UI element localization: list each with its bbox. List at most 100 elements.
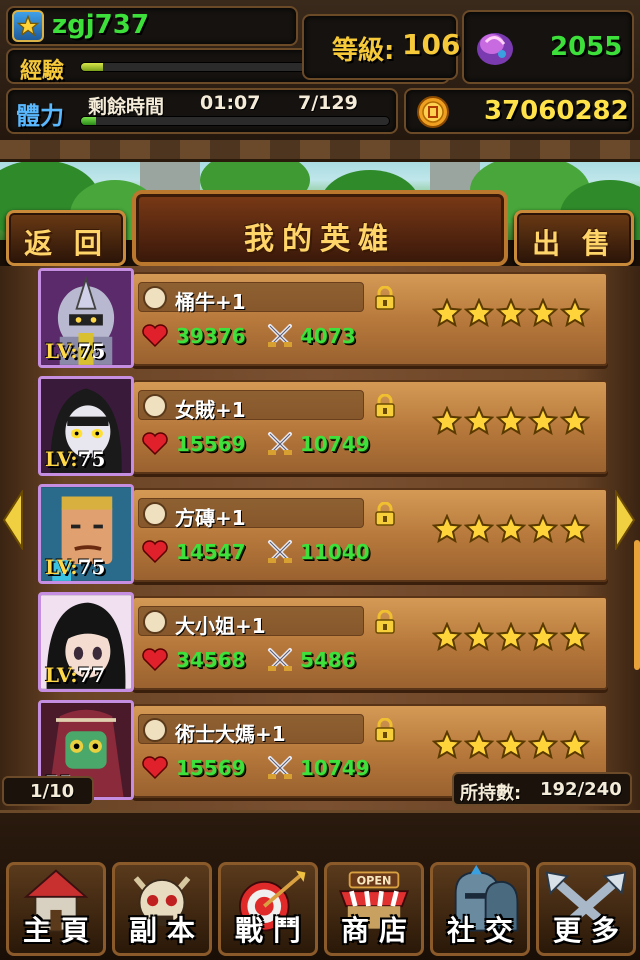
previous-page-arrow-icon[interactable]	[2, 490, 24, 550]
warlock-class-icon	[143, 718, 167, 742]
stamina-bar-fill	[81, 117, 97, 125]
star-icon	[560, 514, 590, 544]
back-button[interactable]: 返 回	[6, 210, 126, 266]
hp-heart-icon	[142, 648, 168, 672]
star-icon	[496, 514, 526, 544]
attack-swords-icon	[268, 432, 292, 455]
gem-count: 2055	[550, 32, 623, 62]
scrollbar-thumb[interactable]	[634, 540, 640, 670]
hero-level-tag: LV:75	[45, 555, 106, 579]
page-title: 我的英雄	[244, 222, 396, 257]
exp-bar-fill	[81, 63, 103, 71]
player-status-bar: zgj737 經驗 等級: 106 2055 體力 剩餘時間 01:07 7/1…	[0, 0, 640, 140]
level-value: 106	[402, 28, 461, 61]
attack-swords-icon	[268, 540, 292, 563]
nav-social-button[interactable]: 社交	[430, 862, 530, 956]
hero-card[interactable]: LV:75 女賊+1 15569 10749	[38, 376, 610, 476]
shield-class-icon	[143, 286, 167, 310]
star-icon	[496, 298, 526, 328]
stamina-label: 體力	[16, 102, 64, 130]
star-icon	[528, 730, 558, 760]
gem-panel[interactable]: 2055	[462, 10, 634, 84]
level-panel: 等級: 106	[302, 14, 461, 80]
star-icon	[464, 622, 494, 652]
nav-home-button[interactable]: 主頁	[6, 862, 106, 956]
nav-home-label: 主頁	[22, 914, 99, 947]
star-icon	[560, 298, 590, 328]
remaining-time: 01:07	[200, 92, 261, 114]
hero-name: 桶牛+1	[175, 290, 246, 314]
stamina-value: 7/129	[298, 92, 358, 114]
gem-icon	[477, 33, 513, 65]
hero-portrait[interactable]: LV:77	[38, 592, 134, 692]
hero-name: 方磚+1	[175, 506, 246, 530]
hero-star-rating	[432, 730, 592, 760]
page-indicator: 1/10	[2, 776, 94, 806]
star-icon	[464, 298, 494, 328]
hero-portrait[interactable]: LV:75	[38, 376, 134, 476]
hero-hp: 15569	[176, 432, 246, 456]
hero-attack: 5486	[300, 648, 356, 672]
hero-name: 大小姐+1	[175, 614, 266, 638]
next-page-arrow-icon[interactable]	[614, 490, 636, 550]
lock-icon[interactable]	[374, 718, 396, 742]
nav-shop-button[interactable]: OPEN 商店	[324, 862, 424, 956]
svg-text:OPEN: OPEN	[357, 875, 392, 888]
star-icon	[560, 406, 590, 436]
hero-portrait[interactable]: LV:75	[38, 484, 134, 584]
attack-swords-icon	[268, 756, 292, 779]
gold-panel: 37060282	[404, 88, 634, 134]
lock-icon[interactable]	[374, 394, 396, 418]
hero-portrait[interactable]: LV:75	[38, 268, 134, 368]
sell-button-label: 出 售	[532, 227, 616, 260]
magic-class-icon	[143, 502, 167, 526]
exp-label: 經驗	[20, 59, 65, 84]
lock-icon[interactable]	[374, 286, 396, 310]
remaining-time-label: 剩餘時間	[88, 96, 165, 118]
rank-badge-icon	[12, 10, 44, 42]
level-label: 等級:	[332, 36, 395, 66]
hp-heart-icon	[142, 432, 168, 456]
hero-attack: 11040	[300, 540, 370, 564]
lock-icon[interactable]	[374, 610, 396, 634]
star-icon	[496, 730, 526, 760]
star-icon	[464, 406, 494, 436]
hero-list[interactable]: LV:75 桶牛+1 39376 4073 LV:75 女賊+1 15569 1…	[0, 266, 640, 810]
owned-label: 所持數:	[460, 783, 522, 804]
nav-more-button[interactable]: 更多	[536, 862, 636, 956]
star-icon	[496, 406, 526, 436]
hero-level-tag: LV:77	[45, 663, 106, 687]
star-icon	[464, 730, 494, 760]
star-icon	[496, 622, 526, 652]
hero-hp: 39376	[176, 324, 246, 348]
star-icon	[560, 730, 590, 760]
lock-icon[interactable]	[374, 502, 396, 526]
hero-card[interactable]: LV:77 大小姐+1 34568 5486	[38, 592, 610, 692]
hero-hp: 15569	[176, 756, 246, 780]
star-icon	[528, 298, 558, 328]
star-icon	[528, 406, 558, 436]
star-icon	[528, 622, 558, 652]
hero-star-rating	[432, 406, 592, 436]
owned-count-plate: 所持數: 192/240	[452, 772, 632, 806]
nav-battle-button[interactable]: 戰鬥	[218, 862, 318, 956]
star-icon	[528, 514, 558, 544]
player-name-panel: zgj737	[6, 6, 298, 46]
hero-level-tag: LV:75	[45, 447, 106, 471]
gold-count: 37060282	[484, 96, 629, 126]
hero-level-tag: LV:75	[45, 339, 106, 363]
hero-attack: 4073	[300, 324, 356, 348]
nav-dungeon-button[interactable]: 副本	[112, 862, 212, 956]
wooden-frame-top	[0, 140, 640, 162]
sell-button[interactable]: 出 售	[514, 210, 634, 266]
hero-hp: 34568	[176, 648, 246, 672]
hero-name: 術士大媽+1	[175, 722, 286, 746]
attack-swords-icon	[268, 324, 292, 347]
nav-battle-label: 戰鬥	[234, 914, 311, 947]
page-number: 1/10	[30, 781, 75, 802]
hero-star-rating	[432, 298, 592, 328]
hero-card[interactable]: LV:75 方磚+1 14547 11040	[38, 484, 610, 584]
star-icon	[432, 298, 462, 328]
hp-heart-icon	[142, 540, 168, 564]
hero-card[interactable]: LV:75 桶牛+1 39376 4073	[38, 268, 610, 368]
